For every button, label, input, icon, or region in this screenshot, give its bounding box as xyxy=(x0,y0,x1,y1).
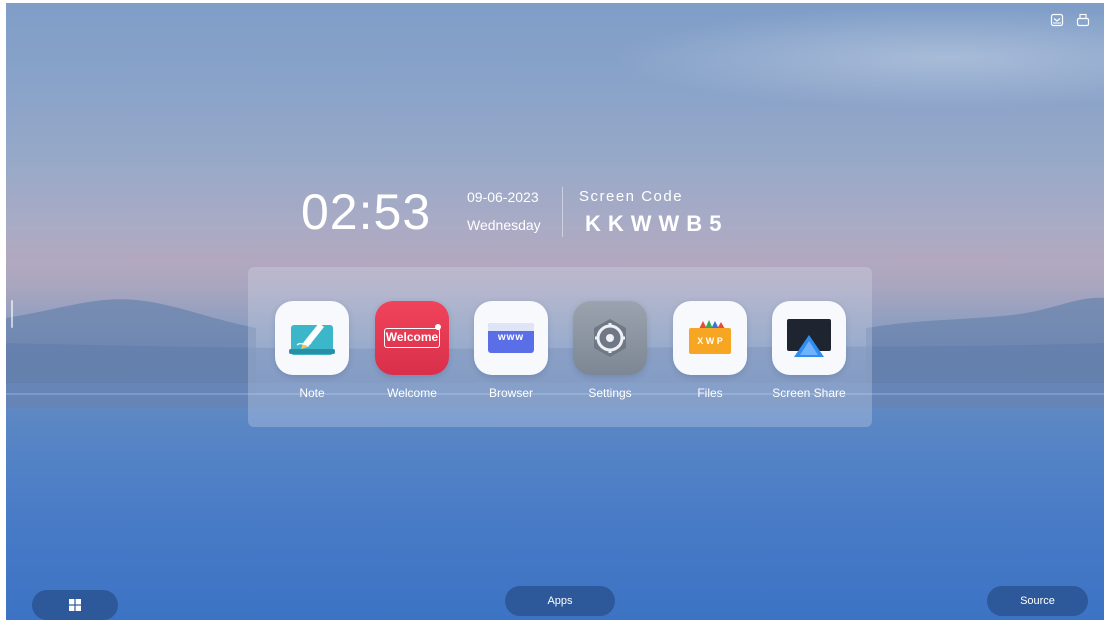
app-screen-share-label: Screen Share xyxy=(772,386,846,400)
clock-weekday: Wednesday xyxy=(467,217,541,233)
cloud-overlay xyxy=(584,3,1104,113)
screen-code-value: KKWWB5 xyxy=(585,211,729,236)
app-note[interactable]: Note xyxy=(262,301,362,400)
clock-time: 02:53 xyxy=(301,184,432,240)
app-browser-label: Browser xyxy=(488,386,533,400)
clock-divider xyxy=(562,187,563,237)
app-screen-share[interactable]: Screen Share xyxy=(759,301,859,400)
welcome-icon[interactable]: Welcome xyxy=(375,301,449,375)
app-settings[interactable]: Settings xyxy=(560,301,660,400)
welcome-badge: Welcome xyxy=(384,328,440,348)
source-button[interactable]: Source xyxy=(987,586,1088,616)
top-right-toolbar xyxy=(1050,13,1090,27)
app-dock: Note Welcome Welcome www Browser Setting… xyxy=(248,267,872,427)
welcome-dot xyxy=(435,324,441,330)
app-welcome[interactable]: Welcome Welcome xyxy=(362,301,462,400)
app-settings-label: Settings xyxy=(588,386,632,400)
files-xwp-text: X W P xyxy=(697,336,723,346)
inbox-icon[interactable] xyxy=(1050,13,1064,27)
clock-date: 09-06-2023 xyxy=(467,189,539,205)
note-icon[interactable] xyxy=(275,301,349,375)
app-note-label: Note xyxy=(299,386,325,400)
screen-share-icon[interactable] xyxy=(772,301,846,375)
app-files-label: Files xyxy=(697,386,723,400)
browser-www-text: www xyxy=(497,332,525,343)
screen-code-label: Screen Code xyxy=(579,188,684,205)
printer-icon[interactable] xyxy=(1076,13,1090,27)
windows-icon xyxy=(69,599,81,611)
windows-button[interactable] xyxy=(32,590,118,620)
apps-button[interactable]: Apps xyxy=(505,586,615,616)
browser-icon[interactable]: www xyxy=(474,301,548,375)
files-icon[interactable]: X W P xyxy=(673,301,747,375)
browser-titlebar xyxy=(488,323,534,331)
app-files[interactable]: X W P Files xyxy=(660,301,760,400)
gear-icon[interactable] xyxy=(573,301,647,375)
app-welcome-label: Welcome xyxy=(387,386,437,400)
desktop-screen: 02:53 09-06-2023 Wednesday Screen Code K… xyxy=(6,3,1104,620)
app-browser[interactable]: www Browser xyxy=(461,301,561,400)
side-drawer-handle[interactable] xyxy=(11,300,13,328)
